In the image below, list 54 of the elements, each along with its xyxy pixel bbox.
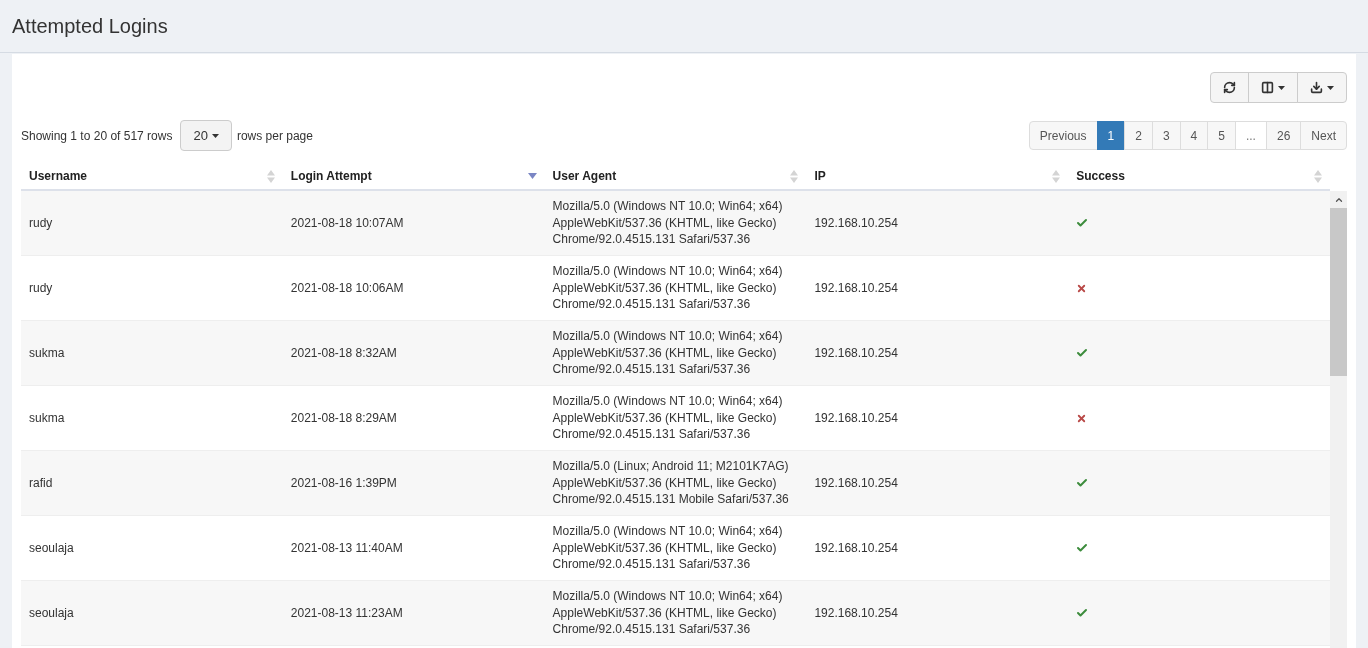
column-header[interactable]: Success (1076, 167, 1125, 185)
export-icon (1310, 81, 1323, 94)
refresh-button[interactable] (1210, 72, 1249, 103)
ip-cell-text: 192.168.10.254 (813, 215, 899, 232)
caret-icon (211, 133, 219, 138)
column-header[interactable]: User Agent (552, 167, 617, 185)
login-time-cell-text: 2021-08-18 8:32AM (289, 345, 398, 362)
scrollbar-thumb[interactable] (1330, 208, 1347, 376)
user-agent-cell-text: Mozilla/5.0 (Windows NT 10.0; Win64; x64) AppleWebKit/537.36 (KHTML, like Gecko) Chrome/92.0.4515.131 Safari/537.36 (551, 328, 784, 378)
column-header[interactable]: Login Attempt (290, 167, 372, 185)
username-cell-text: sukma (28, 345, 66, 362)
scrollbar[interactable] (1330, 191, 1347, 648)
login-time-cell-text: 2021-08-13 11:23AM (289, 605, 404, 622)
login-time-cell-text: 2021-08-18 10:07AM (289, 215, 405, 232)
page-link[interactable]: 26 (1265, 121, 1302, 150)
page-link[interactable]: Next (1300, 121, 1347, 150)
page-size-dropdown[interactable]: 20 (180, 120, 232, 151)
page-link[interactable]: 2 (1124, 121, 1153, 150)
caret-icon (1327, 85, 1334, 90)
login-time-cell-text: 2021-08-13 11:40AM (289, 540, 404, 557)
username-cell-text: seoulaja (28, 540, 75, 557)
ip-cell-text: 192.168.10.254 (813, 605, 899, 622)
ip-cell-text: 192.168.10.254 (813, 345, 899, 362)
rows-per-page-label: rows per page (236, 127, 313, 145)
refresh-icon (1223, 81, 1236, 94)
user-agent-cell-text: Mozilla/5.0 (Linux; Android 11; M2101K7AG) AppleWebKit/537.36 (KHTML, like Gecko) Chrome/92.0.4515.131 Mobile Safari/537.36 (551, 458, 790, 508)
page-link[interactable]: Previous (1028, 121, 1098, 150)
export-button[interactable] (1297, 72, 1347, 103)
username-cell-text: rudy (28, 215, 54, 232)
ip-cell-text: 192.168.10.254 (813, 540, 899, 557)
login-time-cell-text: 2021-08-18 8:29AM (289, 410, 398, 427)
user-agent-cell-text: Mozilla/5.0 (Windows NT 10.0; Win64; x64) AppleWebKit/537.36 (KHTML, like Gecko) Chrome/92.0.4515.131 Safari/537.36 (551, 198, 784, 248)
username-cell-text: seoulaja (28, 605, 75, 622)
login-time-cell-text: 2021-08-18 10:06AM (289, 280, 405, 297)
page-title: Attempted Logins (12, 14, 168, 39)
rows-summary: Showing 1 to 20 of 517 rows (21, 127, 173, 145)
user-agent-cell-text: Mozilla/5.0 (Windows NT 10.0; Win64; x64) AppleWebKit/537.36 (KHTML, like Gecko) Chrome/92.0.4515.131 Safari/537.36 (551, 523, 784, 573)
page-link[interactable]: 5 (1207, 121, 1236, 150)
column-header[interactable]: Username (29, 167, 88, 185)
username-cell-text: rudy (28, 280, 54, 297)
ip-cell-text: 192.168.10.254 (813, 475, 899, 492)
column-header[interactable]: IP (814, 167, 826, 185)
ip-cell-text: 192.168.10.254 (813, 410, 899, 427)
columns-button[interactable] (1248, 72, 1298, 103)
username-cell-text: sukma (28, 410, 66, 427)
username-cell-text: rafid (28, 475, 54, 492)
login-time-cell-text: 2021-08-16 1:39PM (289, 475, 398, 492)
page-link[interactable]: 3 (1151, 121, 1181, 150)
user-agent-cell-text: Mozilla/5.0 (Windows NT 10.0; Win64; x64) AppleWebKit/537.36 (KHTML, like Gecko) Chrome/92.0.4515.131 Safari/537.36 (551, 588, 784, 638)
columns-icon (1261, 81, 1274, 94)
user-agent-cell-text: Mozilla/5.0 (Windows NT 10.0; Win64; x64) AppleWebKit/537.36 (KHTML, like Gecko) Chrome/92.0.4515.131 Safari/537.36 (551, 263, 784, 313)
caret-icon (1278, 85, 1285, 90)
user-agent-cell-text: Mozilla/5.0 (Windows NT 10.0; Win64; x64) AppleWebKit/537.36 (KHTML, like Gecko) Chrome/92.0.4515.131 Safari/537.36 (551, 393, 784, 443)
ip-cell-text: 192.168.10.254 (813, 280, 899, 297)
